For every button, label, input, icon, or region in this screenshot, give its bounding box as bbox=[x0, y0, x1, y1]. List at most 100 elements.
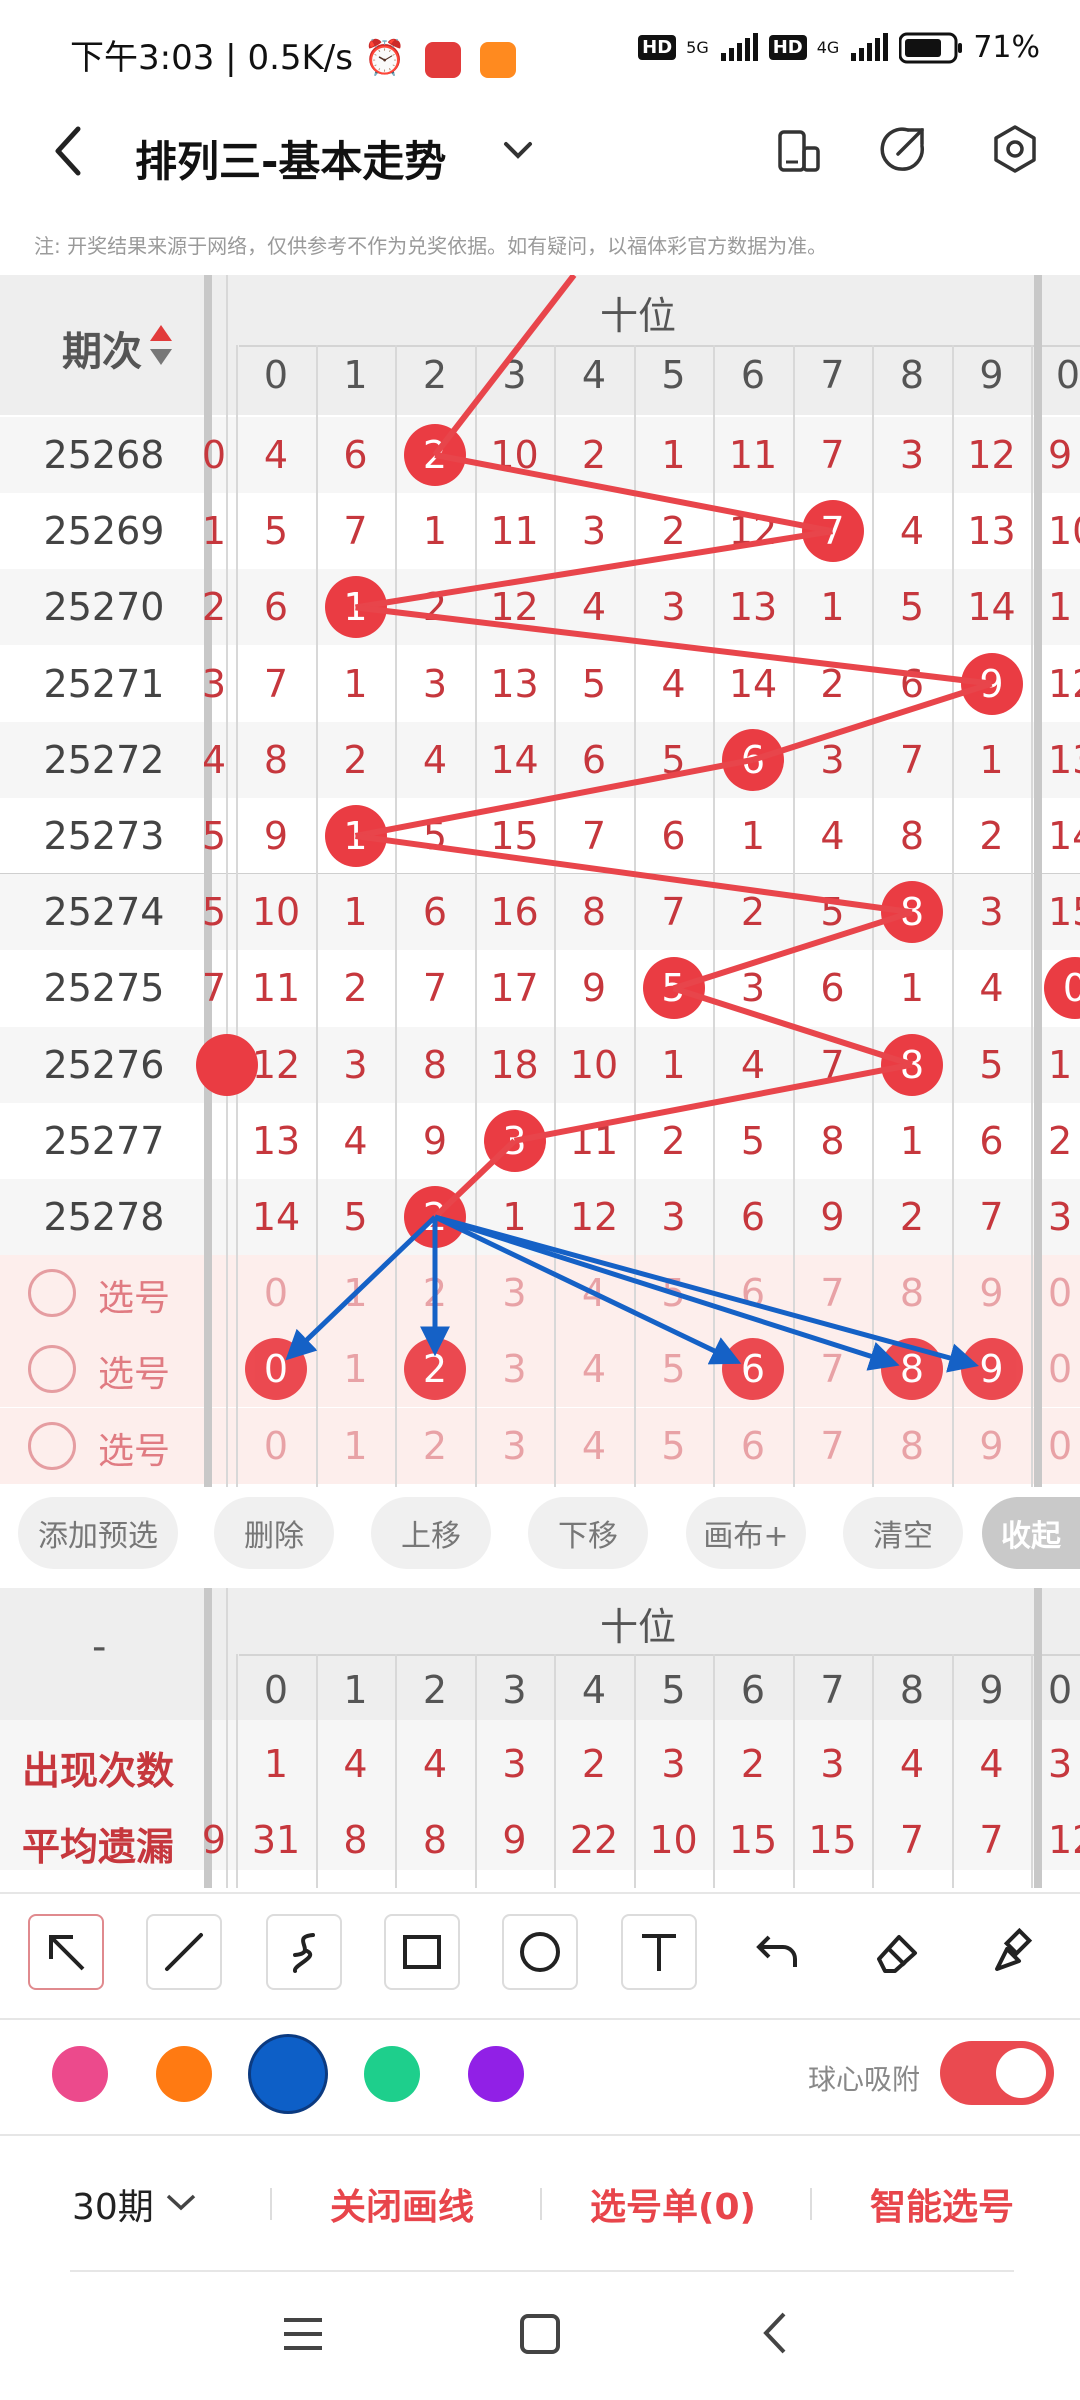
trend-segment bbox=[434, 452, 834, 535]
eraser-icon bbox=[877, 1935, 917, 1973]
avg-miss-value: 7 bbox=[979, 1818, 1004, 1862]
trend-segment bbox=[355, 833, 913, 916]
eraser-tool[interactable] bbox=[858, 1914, 934, 1990]
clear-brush-tool[interactable] bbox=[976, 1914, 1052, 1990]
rectangle-icon bbox=[403, 1935, 441, 1969]
hd-badge: HD bbox=[638, 35, 677, 60]
brush-icon bbox=[995, 1927, 1033, 1971]
back-nav-icon[interactable] bbox=[758, 2310, 792, 2356]
signal-icon bbox=[720, 32, 758, 61]
periods-selector[interactable]: 30期 bbox=[72, 2178, 154, 2230]
stats-digit-header: 6 bbox=[740, 1668, 766, 1712]
arrow-pointer-icon bbox=[49, 1935, 85, 1971]
partial-cell: 12 bbox=[1048, 1818, 1080, 1862]
trend-segment bbox=[513, 1061, 913, 1144]
undo-tool[interactable] bbox=[740, 1914, 816, 1990]
pick-list-button[interactable]: 选号单(0) bbox=[590, 2178, 756, 2230]
partial-cell: 9 bbox=[204, 1818, 224, 1862]
stats-digit-header: 7 bbox=[820, 1668, 845, 1712]
lottery-app-icon bbox=[479, 41, 516, 78]
trend-segment bbox=[672, 985, 913, 1068]
stats-next-header: 0 bbox=[1048, 1668, 1073, 1712]
rect-tool[interactable] bbox=[384, 1914, 460, 1990]
occurrences-label: 出现次数 bbox=[22, 1749, 175, 1793]
avg-miss-value: 7 bbox=[899, 1818, 925, 1862]
text-icon bbox=[642, 1934, 676, 1971]
back-icon[interactable] bbox=[48, 125, 88, 177]
avg-miss-value: 9 bbox=[502, 1818, 527, 1862]
undo-icon bbox=[756, 1935, 797, 1967]
occurrence-value: 1 bbox=[263, 1742, 289, 1786]
color-swatch[interactable] bbox=[468, 2046, 524, 2102]
trend-segment bbox=[432, 275, 577, 457]
occurrence-value: 4 bbox=[343, 1742, 368, 1786]
occurrence-value: 3 bbox=[661, 1742, 686, 1786]
menu-nav-icon[interactable] bbox=[280, 2314, 326, 2354]
trend-segment bbox=[355, 604, 992, 687]
close-lines-button[interactable]: 关闭画线 bbox=[330, 2178, 474, 2230]
status-right: HD 5G HD 4G 71% bbox=[638, 30, 1040, 65]
color-swatch[interactable] bbox=[156, 2046, 212, 2102]
stats-digit-header: 9 bbox=[979, 1668, 1004, 1712]
color-swatch[interactable] bbox=[251, 2037, 325, 2111]
status-left: 下午3:03 | 0.5K/s ⏰ bbox=[70, 30, 516, 79]
occurrence-value: 4 bbox=[899, 1742, 925, 1786]
curve-tool[interactable] bbox=[266, 1914, 342, 1990]
arrow-annotation bbox=[434, 1214, 979, 1373]
chevron-down-icon[interactable] bbox=[500, 136, 536, 164]
move-down-button[interactable]: 下移 bbox=[528, 1497, 648, 1569]
circle-tool[interactable] bbox=[502, 1914, 578, 1990]
stats-digit-header: 8 bbox=[899, 1668, 925, 1712]
trend-segment bbox=[752, 680, 993, 763]
color-swatch[interactable] bbox=[364, 2046, 420, 2102]
stats-digit-header: 4 bbox=[581, 1668, 607, 1712]
circle-icon bbox=[520, 1932, 560, 1972]
page-title[interactable]: 排列三-基本走势 bbox=[135, 128, 446, 189]
home-nav-icon[interactable] bbox=[518, 2312, 562, 2356]
snap-toggle-knob bbox=[996, 2048, 1046, 2098]
clear-button[interactable]: 清空 bbox=[843, 1497, 963, 1569]
color-swatch[interactable] bbox=[52, 2046, 108, 2102]
stats-digit-header: 0 bbox=[263, 1668, 289, 1712]
signal-icon-2 bbox=[851, 32, 889, 61]
occurrence-value: 4 bbox=[979, 1742, 1004, 1786]
canvas-plus-button[interactable]: 画布+ bbox=[686, 1497, 806, 1569]
occurrence-value: 2 bbox=[740, 1742, 766, 1786]
smart-pick-button[interactable]: 智能选号 bbox=[870, 2178, 1014, 2230]
news-app-icon bbox=[424, 41, 461, 78]
curve-icon bbox=[293, 1933, 315, 1973]
occurrence-value: 2 bbox=[581, 1742, 607, 1786]
disclaimer-text: 注: 开奖结果来源于网络，仅供参考不作为兑奖依据。如有疑问，以福体彩官方数据为准… bbox=[34, 234, 828, 258]
delete-button[interactable]: 删除 bbox=[214, 1497, 334, 1569]
occurrence-value: 4 bbox=[422, 1742, 448, 1786]
trend-overlay bbox=[285, 275, 993, 1373]
status-time: 下午3:03 bbox=[70, 38, 215, 78]
alarm-icon: ⏰ bbox=[363, 38, 407, 78]
avg-miss-value: 15 bbox=[728, 1818, 778, 1862]
layout-icon[interactable] bbox=[776, 128, 820, 174]
avg-miss-value: 8 bbox=[343, 1818, 368, 1862]
text-tool[interactable] bbox=[621, 1914, 697, 1990]
collapse-button[interactable]: 收起 bbox=[982, 1497, 1080, 1569]
network-type-2: 4G bbox=[816, 38, 840, 57]
partial-cell: 3 bbox=[1048, 1742, 1073, 1786]
trend-segment bbox=[354, 756, 754, 839]
trend-segment bbox=[432, 1138, 517, 1220]
battery-icon bbox=[899, 32, 963, 63]
arrow-tool[interactable] bbox=[28, 1914, 104, 1990]
move-up-button[interactable]: 上移 bbox=[371, 1497, 491, 1569]
line-icon bbox=[165, 1933, 203, 1971]
avg-miss-value: 10 bbox=[649, 1818, 698, 1862]
add-preselect-button[interactable]: 添加预选 bbox=[18, 1497, 178, 1569]
settings-icon[interactable] bbox=[990, 124, 1040, 174]
stats-digit-header: 2 bbox=[422, 1668, 448, 1712]
share-icon[interactable] bbox=[878, 124, 928, 174]
occurrence-value: 3 bbox=[502, 1742, 527, 1786]
status-bar: 下午3:03 | 0.5K/s ⏰ HD 5G HD 4G 71% bbox=[0, 0, 1080, 110]
stats-group-header: 十位 bbox=[599, 1605, 676, 1649]
hd-badge-2: HD bbox=[768, 35, 807, 60]
trend-table: 期次 十位 01234567890 25268 0 4 6 10 2 1 11 7 3 12 9 252… bbox=[0, 275, 1080, 1487]
occurrence-value: 3 bbox=[820, 1742, 845, 1786]
periods-chevron-icon[interactable] bbox=[164, 2190, 198, 2214]
line-tool[interactable] bbox=[146, 1914, 222, 1990]
